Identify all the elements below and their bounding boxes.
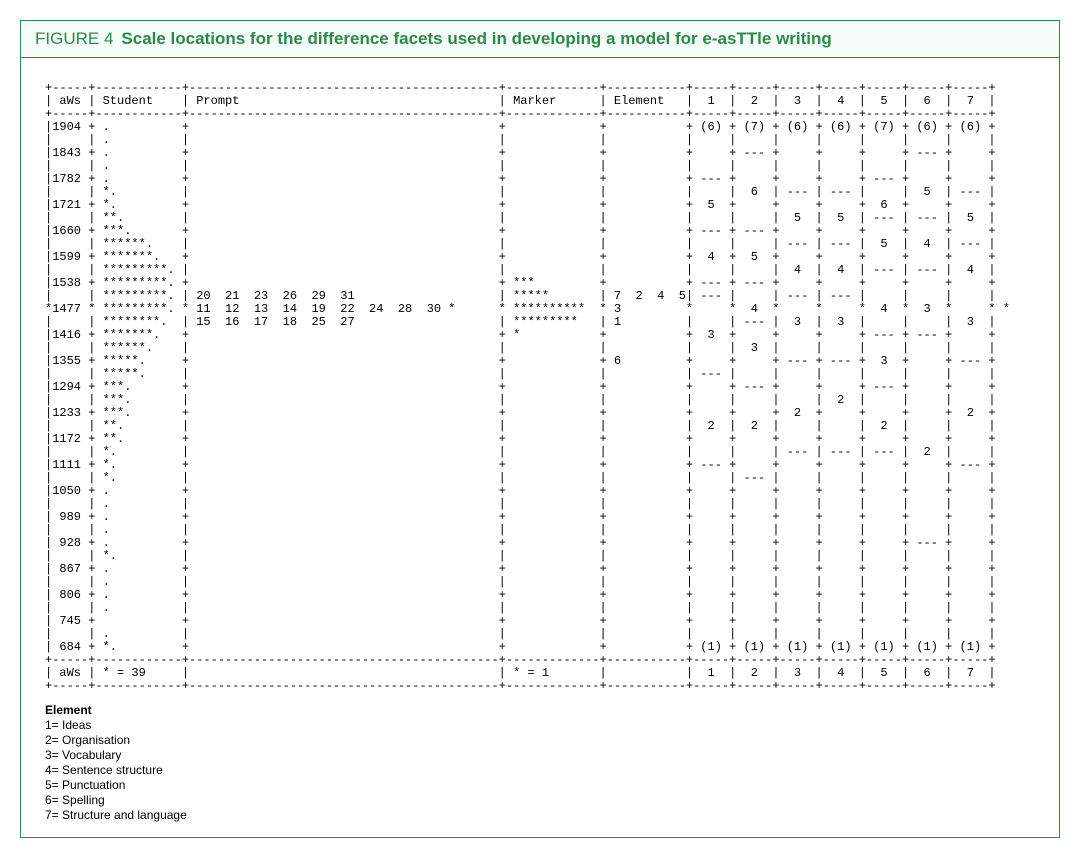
legend-item: 5= Punctuation <box>45 778 1035 793</box>
legend: Element 1= Ideas2= Organisation3= Vocabu… <box>45 703 1035 823</box>
figure-header: FIGURE 4 Scale locations for the differen… <box>21 21 1059 58</box>
figure-label: FIGURE 4 <box>35 29 113 48</box>
figure-title: Scale locations for the difference facet… <box>121 29 831 48</box>
legend-item: 4= Sentence structure <box>45 763 1035 778</box>
legend-item: 1= Ideas <box>45 718 1035 733</box>
figure-body: +-----+------------+--------------------… <box>21 58 1059 837</box>
facets-table: +-----+------------+--------------------… <box>45 82 1035 693</box>
legend-item: 3= Vocabulary <box>45 748 1035 763</box>
legend-item: 6= Spelling <box>45 793 1035 808</box>
legend-items: 1= Ideas2= Organisation3= Vocabulary4= S… <box>45 718 1035 823</box>
legend-item: 2= Organisation <box>45 733 1035 748</box>
figure-container: FIGURE 4 Scale locations for the differen… <box>20 20 1060 838</box>
legend-title: Element <box>45 703 1035 718</box>
legend-item: 7= Structure and language <box>45 808 1035 823</box>
